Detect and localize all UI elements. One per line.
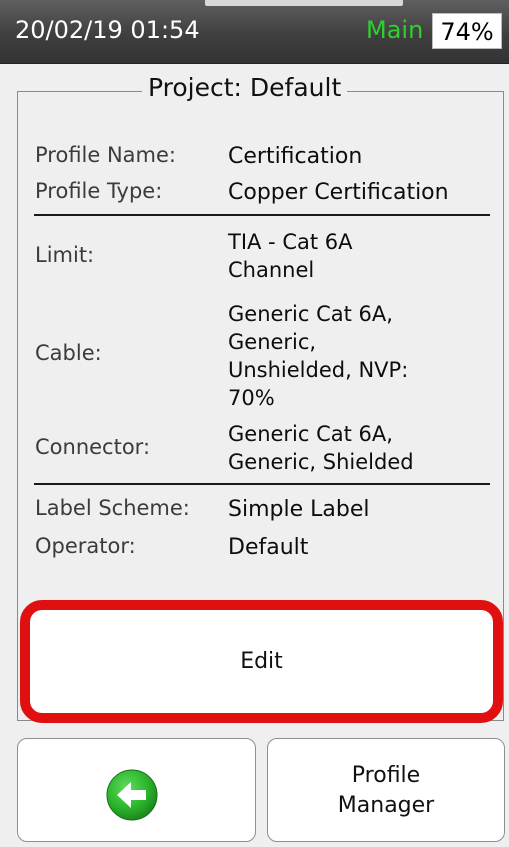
profile-name-value: Certification — [228, 144, 363, 169]
operator-value: Default — [228, 535, 309, 560]
profile-manager-label: Profile Manager — [337, 763, 435, 818]
connector-label: Connector: — [35, 435, 151, 459]
divider-bottom — [34, 483, 490, 485]
operator-label: Operator: — [35, 534, 136, 558]
label-scheme-label: Label Scheme: — [35, 496, 190, 520]
limit-label: Limit: — [35, 243, 95, 267]
profile-type-value: Copper Certification — [228, 180, 449, 205]
status-mode: Main — [366, 16, 424, 44]
status-bar: 20/02/19 01:54 Main 74% — [0, 0, 509, 64]
limit-value: TIA - Cat 6A Channel — [228, 230, 353, 282]
cable-value: Generic Cat 6A, Generic, Unshielded, NVP… — [228, 302, 409, 410]
status-notch — [205, 0, 403, 6]
back-button[interactable] — [17, 738, 256, 842]
profile-manager-button[interactable]: Profile Manager — [267, 738, 505, 842]
profile-name-label: Profile Name: — [35, 143, 177, 167]
edit-button[interactable]: Edit — [30, 610, 493, 713]
cable-label: Cable: — [35, 341, 102, 365]
status-datetime: 20/02/19 01:54 — [15, 16, 200, 44]
battery-indicator: 74% — [432, 13, 502, 49]
divider-top — [34, 214, 490, 216]
connector-value: Generic Cat 6A, Generic, Shielded — [228, 422, 414, 474]
project-title: Project: Default — [142, 73, 348, 102]
back-arrow-icon — [106, 769, 158, 821]
profile-type-label: Profile Type: — [35, 179, 163, 203]
label-scheme-value: Simple Label — [228, 497, 370, 522]
